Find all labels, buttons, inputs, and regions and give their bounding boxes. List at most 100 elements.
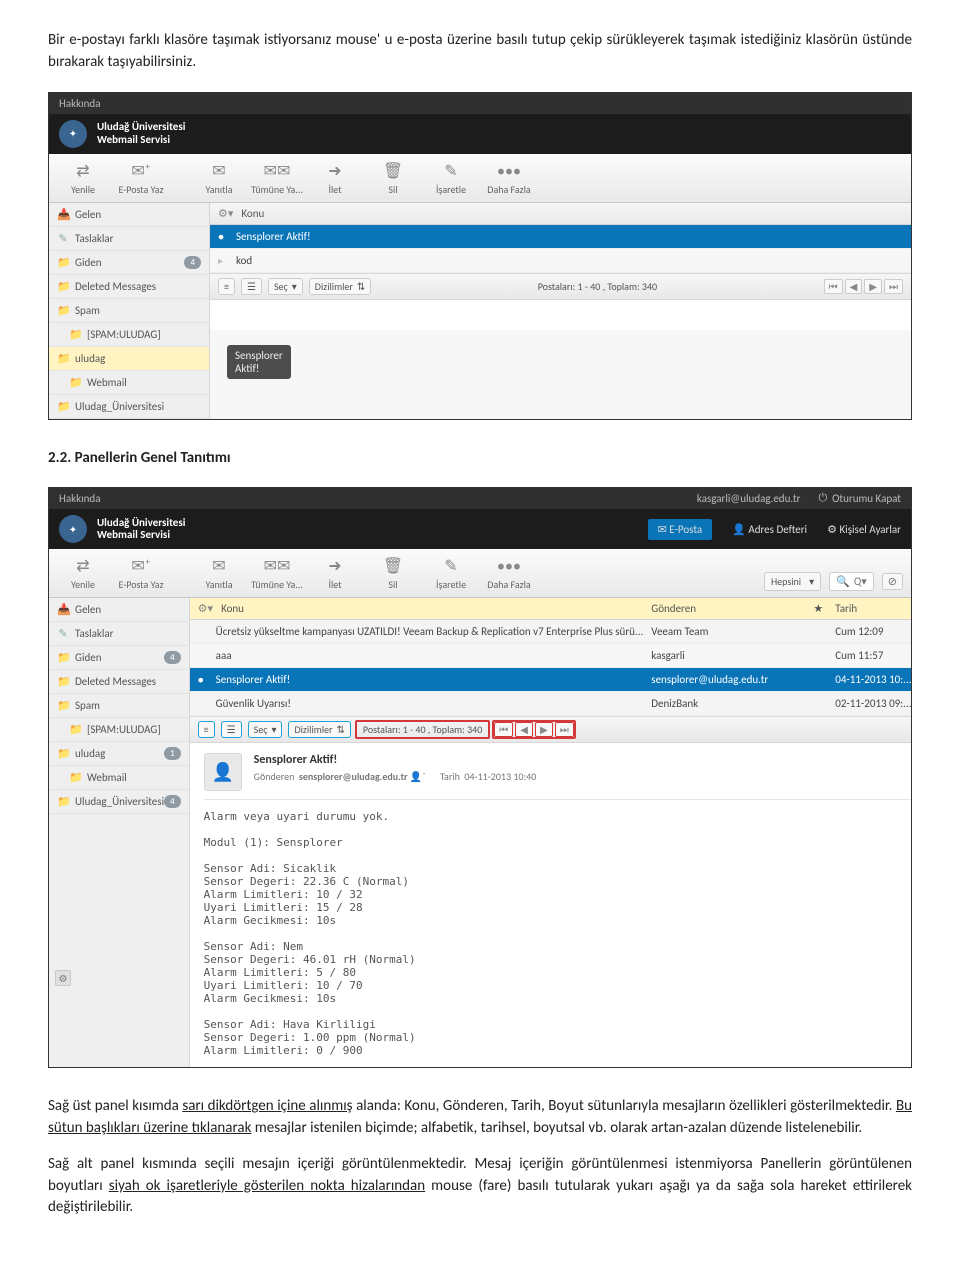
folder-deleted[interactable]: 📁Deleted Messages (49, 670, 189, 694)
folder-spam-sub[interactable]: 📁[SPAM:ULUDAG] (49, 718, 189, 742)
avatar-icon: 👤 (204, 753, 242, 791)
sent-icon: 📁 (57, 256, 69, 269)
sort-menu[interactable]: Dizilimler ⇅ (288, 721, 350, 738)
forward-button[interactable]: ➜İlet (309, 161, 361, 196)
folder-uuniv[interactable]: 📁Uludag_Üniversitesi (49, 395, 209, 419)
compose-button[interactable]: ✉⁺E-Posta Yaz (115, 161, 167, 196)
thread-toggle-icon: ▸ (218, 254, 228, 267)
message-row[interactable]: ▸ kod (210, 249, 911, 273)
folder-sidebar: 📥Gelen ✎Taslaklar 📁Giden4 📁Deleted Messa… (49, 598, 190, 1067)
unread-dot-icon: ● (218, 230, 228, 243)
col-date[interactable]: Tarih (835, 602, 912, 615)
message-row[interactable]: ● Güvenlik Uyarısı! DenizBank 02-11-2013… (190, 692, 912, 716)
preview-from: sensplorer@uludag.edu.tr (299, 770, 408, 783)
search-clear-icon[interactable]: ⊘ (882, 573, 903, 590)
delete-button[interactable]: 🗑Sil (367, 556, 419, 591)
folder-sent[interactable]: 📁Giden4 (49, 251, 209, 275)
nav-settings[interactable]: ⚙ Kişisel Ayarlar (827, 523, 901, 536)
sent-badge: 4 (164, 651, 181, 664)
sort-menu[interactable]: Dizilimler ⇅ (309, 278, 371, 295)
replyall-button[interactable]: ✉✉Tümüne Ya... (251, 556, 303, 591)
mark-button[interactable]: ✎İşaretle (425, 556, 477, 591)
deleted-icon: 📁 (57, 280, 69, 293)
sidebar-gear-icon[interactable]: ⚙ (55, 970, 71, 986)
folder-drafts[interactable]: ✎Taslaklar (49, 227, 209, 251)
folder-drafts[interactable]: ✎Taslaklar (49, 622, 189, 646)
unread-dot-icon: ● (198, 673, 208, 686)
list-gear-icon[interactable]: ⚙▾ (198, 602, 213, 615)
nav-contacts[interactable]: 👤 Adres Defteri (732, 523, 807, 536)
uludag-badge: 1 (164, 747, 181, 760)
forward-button[interactable]: ➜İlet (309, 556, 361, 591)
folder-uludag[interactable]: 📁uludag Sensplorer Aktif! (49, 347, 209, 371)
folder-uuniv[interactable]: 📁Uludag_Üniversitesi4 (49, 790, 189, 814)
mark-button[interactable]: ✎İşaretle (425, 161, 477, 196)
folder-deleted[interactable]: 📁Deleted Messages (49, 275, 209, 299)
folder-inbox[interactable]: 📥Gelen (49, 598, 189, 622)
preview-subject: Sensplorer Aktif! (254, 753, 912, 767)
contact-add-icon[interactable]: 👤⁺ (410, 770, 426, 783)
user-label: kasgarli@uludag.edu.tr (697, 492, 801, 505)
list-header: ⚙▾ Konu (210, 203, 911, 225)
section-heading: 2.2. Panellerin Genel Tanıtımı (48, 448, 912, 470)
select-menu[interactable]: Seç ▾ (248, 721, 283, 738)
paging-nav[interactable]: ⏮◀▶⏭ (824, 279, 903, 294)
nav-mail[interactable]: ✉ E-Posta (648, 519, 713, 540)
view-list-icon[interactable]: ≡ (218, 278, 235, 295)
message-row[interactable]: ● Sensplorer Aktif! sensplorer@uludag.ed… (190, 668, 912, 692)
preview-body: Alarm veya uyari durumu yok. Modul (1): … (204, 810, 912, 1057)
logout-button[interactable]: ⏻ Oturumu Kapat (818, 492, 901, 505)
compose-button[interactable]: ✉⁺E-Posta Yaz (115, 556, 167, 591)
view-thread-icon[interactable]: ☰ (221, 721, 242, 738)
folder-inbox[interactable]: 📥Gelen (49, 203, 209, 227)
message-row[interactable]: ● Ücretsiz yükseltme kampanyası UZATILDI… (190, 620, 912, 644)
col-from[interactable]: Gönderen (651, 602, 801, 615)
col-star[interactable]: ★ (809, 602, 827, 615)
toolbar: ⇄Yenile ✉⁺E-Posta Yaz ✉Yanıtla ✉✉Tümüne … (49, 549, 911, 598)
folder-sidebar: 📥Gelen ✎Taslaklar 📁Giden4 📁Deleted Messa… (49, 203, 210, 419)
search-input[interactable]: 🔍Q▾ (829, 572, 874, 591)
more-button[interactable]: •••Daha Fazla (483, 162, 535, 196)
more-button[interactable]: •••Daha Fazla (483, 557, 535, 591)
refresh-button[interactable]: ⇄Yenile (57, 161, 109, 196)
reply-button[interactable]: ✉Yanıtla (193, 556, 245, 591)
folder-spam[interactable]: 📁Spam (49, 299, 209, 323)
folder-icon: 📁 (69, 376, 81, 389)
paging-nav[interactable]: ⏮◀▶⏭ (494, 722, 573, 737)
col-subject[interactable]: Konu (221, 602, 643, 615)
list-gear-icon[interactable]: ⚙▾ (218, 207, 233, 220)
folder-spam-sub[interactable]: 📁[SPAM:ULUDAG] (49, 323, 209, 347)
message-row[interactable]: ● Sensplorer Aktif! (210, 225, 911, 249)
folder-sent[interactable]: 📁Giden4 (49, 646, 189, 670)
select-menu[interactable]: Seç ▾ (268, 278, 303, 295)
folder-webmail[interactable]: 📁Webmail (49, 371, 209, 395)
about-bar: Hakkında kasgarli@uludag.edu.tr ⏻ Oturum… (49, 488, 911, 509)
deleted-icon: 📁 (57, 675, 69, 688)
replyall-button[interactable]: ✉✉Tümüne Ya... (251, 161, 303, 196)
view-list-icon[interactable]: ≡ (198, 721, 215, 738)
folder-icon: 📁 (57, 747, 69, 760)
refresh-button[interactable]: ⇄Yenile (57, 556, 109, 591)
spam-icon: 📁 (57, 699, 69, 712)
screenshot-1: Hakkında ✦ Uludağ Üniversitesi Webmail S… (48, 92, 912, 420)
paging-bar: ≡ ☰ Seç ▾ Dizilimler ⇅ Postaları: 1 - 40… (210, 273, 911, 300)
reply-button[interactable]: ✉Yanıtla (193, 161, 245, 196)
folder-spam[interactable]: 📁Spam (49, 694, 189, 718)
folder-webmail[interactable]: 📁Webmail (49, 766, 189, 790)
folder-icon: 📁 (57, 352, 69, 365)
about-link[interactable]: Hakkında (59, 492, 100, 505)
preview-date: 04-11-2013 10:40 (464, 770, 536, 783)
filter-dropdown[interactable]: Hepsini ▾ (764, 572, 821, 591)
view-thread-icon[interactable]: ☰ (241, 278, 262, 295)
delete-button[interactable]: 🗑Sil (367, 161, 419, 196)
folder-icon: 📁 (69, 723, 81, 736)
message-row[interactable]: ● aaa kasgarli Cum 11:57📎 (190, 644, 912, 668)
message-list: ● Sensplorer Aktif! ▸ kod (210, 225, 911, 273)
about-bar: Hakkında (49, 93, 911, 114)
preview-pane: 👤 Sensplorer Aktif! Gönderen sensplorer@… (190, 743, 912, 1067)
col-subject[interactable]: Konu (241, 207, 903, 220)
about-link[interactable]: Hakkında (59, 97, 100, 110)
inbox-icon: 📥 (57, 603, 69, 616)
brand-bar: ✦ Uludağ Üniversitesi Webmail Servisi ✉ … (49, 509, 911, 549)
folder-uludag[interactable]: 📁uludag1 (49, 742, 189, 766)
